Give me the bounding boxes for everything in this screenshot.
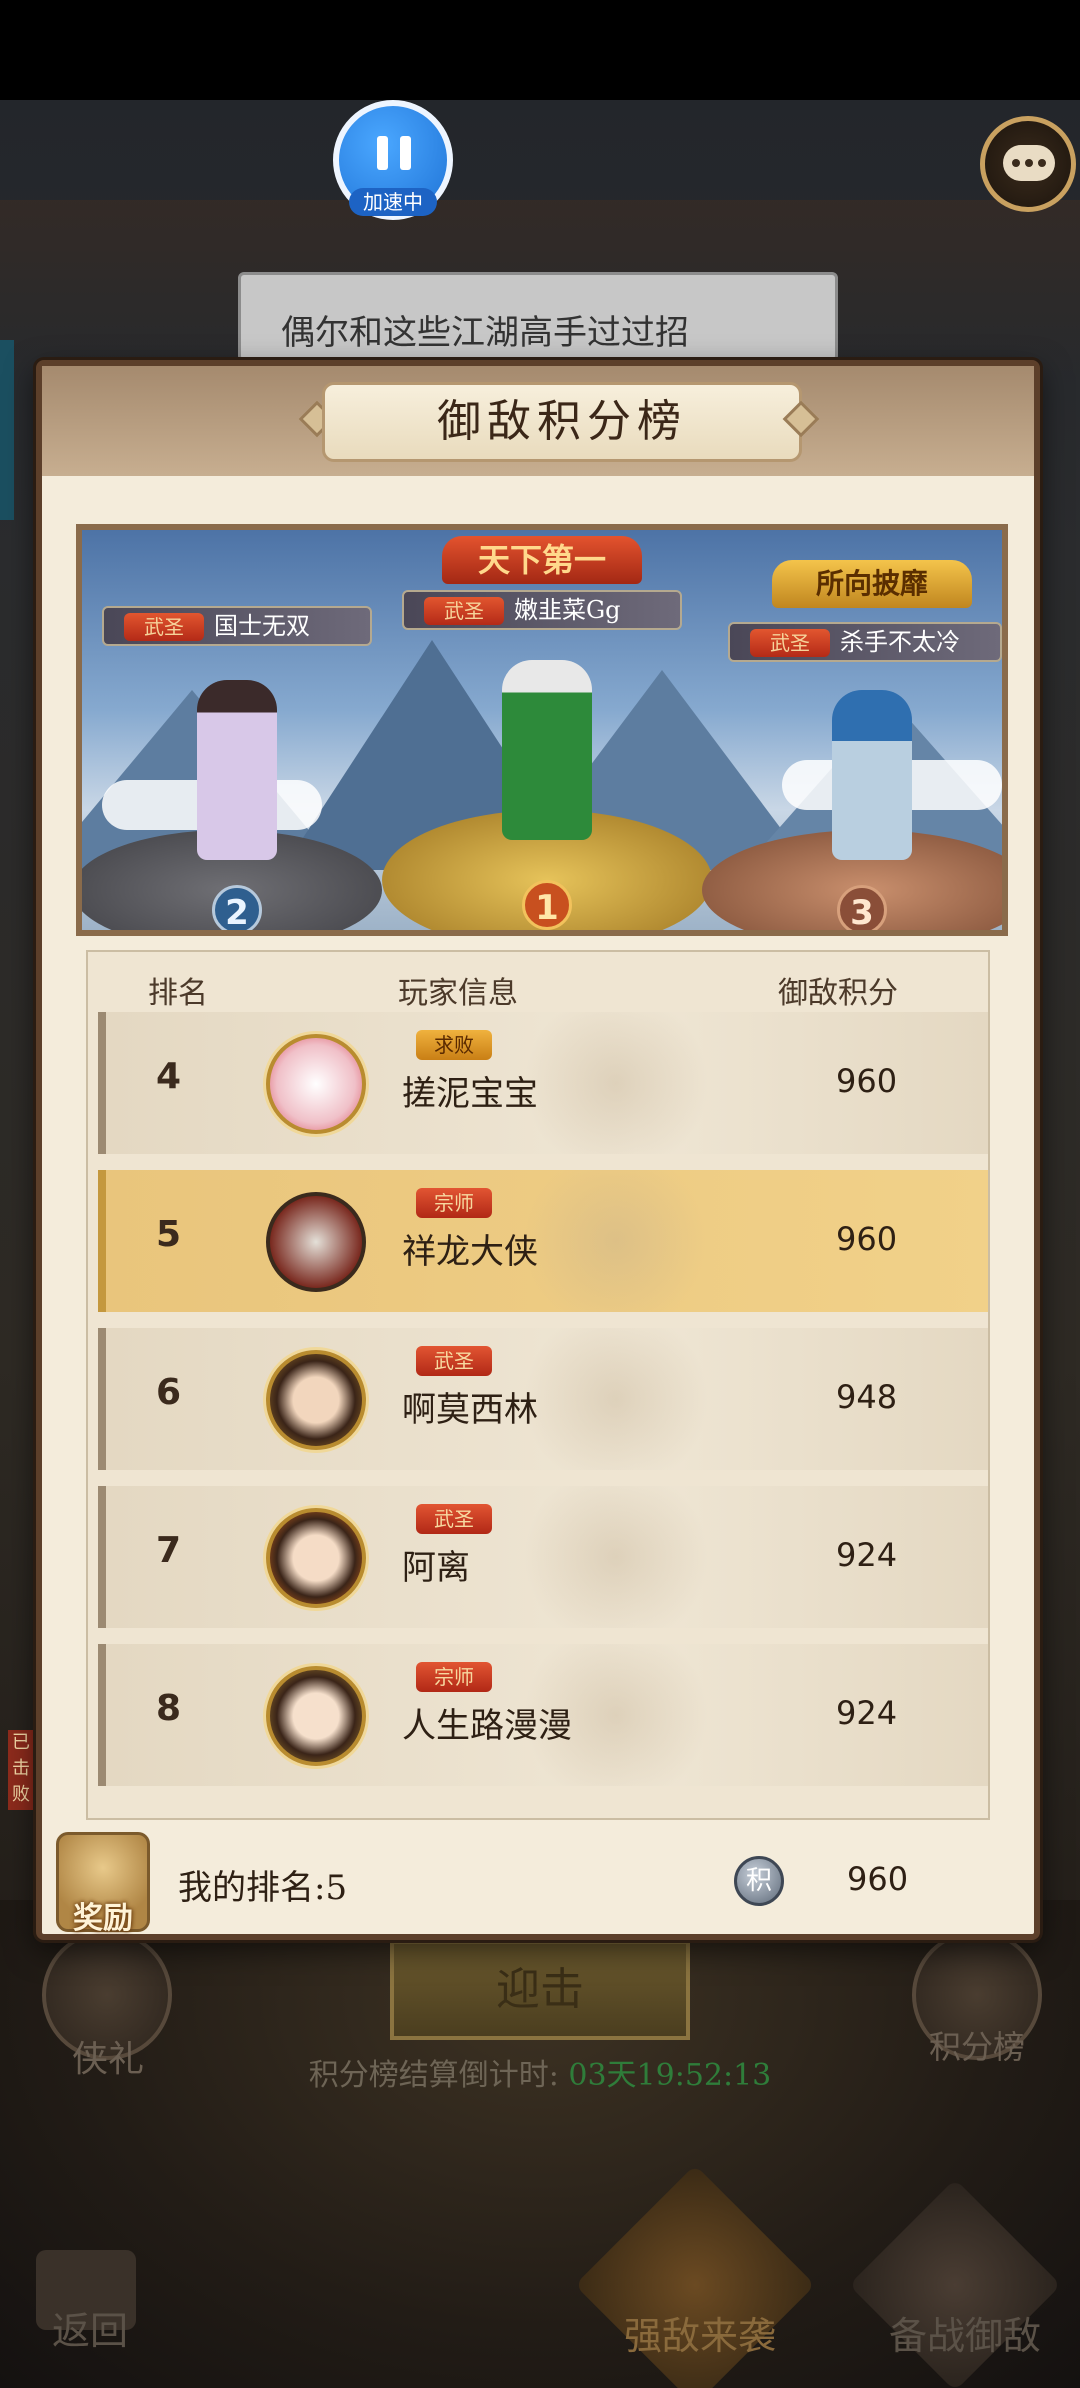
- row-rank: 5: [156, 1214, 182, 1255]
- crown-third: 所向披靡: [772, 560, 972, 608]
- score-coin-icon: 积: [734, 1856, 784, 1906]
- row-ornament: [506, 1328, 726, 1470]
- title-badge: 武圣: [124, 613, 204, 641]
- player-name: 人生路漫漫: [402, 1706, 572, 1746]
- header-score: 御敌积分: [778, 976, 898, 1011]
- name-tag-first: 武圣 嫩韭菜Gg: [402, 590, 682, 630]
- table-row[interactable]: 4 求败 搓泥宝宝 960: [98, 1012, 988, 1154]
- tab-prepare[interactable]: 备战御敌: [860, 2305, 1070, 2360]
- pause-button[interactable]: 加速中: [333, 100, 453, 220]
- title-badge: 求败: [416, 1030, 492, 1060]
- second-place-character: [197, 680, 277, 860]
- left-edge-decoration: [0, 340, 14, 520]
- player-name: 国士无双: [214, 612, 310, 640]
- title-badge: 武圣: [750, 629, 830, 657]
- row-rank: 7: [156, 1530, 182, 1571]
- row-ornament: [506, 1170, 726, 1312]
- player-score: 948: [836, 1378, 898, 1416]
- row-rank: 8: [156, 1688, 182, 1729]
- rank-medal-second: 2: [212, 885, 262, 930]
- title-badge: 武圣: [416, 1346, 492, 1376]
- player-name: 嫩韭菜Gg: [514, 596, 621, 624]
- header-rank: 排名: [148, 976, 208, 1011]
- player-name: 阿离: [402, 1548, 470, 1588]
- dialog-box: 偶尔和这些江湖高手过过招: [238, 272, 838, 362]
- player-name: 啊莫西林: [402, 1390, 538, 1430]
- rank-medal-third: 3: [837, 885, 887, 930]
- chat-bubble-icon: [1003, 145, 1055, 181]
- side-tag: 已击败: [8, 1730, 34, 1810]
- avatar[interactable]: [266, 1192, 366, 1292]
- countdown-label: 积分榜结算倒计时:: [308, 2058, 559, 2093]
- player-score: 960: [836, 1220, 898, 1258]
- player-score: 924: [836, 1694, 898, 1732]
- table-row-self[interactable]: 5 宗师 祥龙大侠 960: [98, 1170, 988, 1312]
- countdown-time: 03天19:52:13: [568, 2058, 772, 2093]
- reward-label: 奖励: [73, 1901, 133, 1936]
- table-row[interactable]: 8 宗师 人生路漫漫 924: [98, 1644, 988, 1786]
- player-score: 960: [836, 1062, 898, 1100]
- row-rank: 6: [156, 1372, 182, 1413]
- player-name: 搓泥宝宝: [402, 1074, 538, 1114]
- pause-icon: [377, 136, 411, 170]
- table-row[interactable]: 6 武圣 啊莫西林 948: [98, 1328, 988, 1470]
- engage-button[interactable]: 迎击: [390, 1940, 690, 2040]
- back-button[interactable]: 返回: [20, 2300, 160, 2355]
- my-rank: 我的排名:5: [178, 1868, 348, 1908]
- avatar[interactable]: [266, 1508, 366, 1608]
- player-name: 祥龙大侠: [402, 1232, 538, 1272]
- row-ornament: [506, 1012, 726, 1154]
- chat-button[interactable]: [980, 116, 1076, 212]
- row-rank: 4: [156, 1056, 182, 1097]
- leaderboard-panel: 御敌积分榜 2 1 3 天下第一 所向披靡 武圣 国士无双 武圣 嫩韭菜Gg 武…: [36, 360, 1040, 1940]
- name-tag-third: 武圣 杀手不太冷: [728, 622, 1002, 662]
- status-bar: [0, 0, 1080, 100]
- title-badge: 宗师: [416, 1188, 492, 1218]
- header-player: 玩家信息: [398, 976, 518, 1011]
- ranking-table[interactable]: 排名 玩家信息 御敌积分 4 求败 搓泥宝宝 960 5 宗师 祥龙大侠 960…: [86, 950, 990, 1820]
- title-badge: 宗师: [416, 1662, 492, 1692]
- name-tag-second: 武圣 国士无双: [102, 606, 372, 646]
- reward-button[interactable]: 奖励: [56, 1832, 150, 1936]
- accelerating-label: 加速中: [349, 188, 437, 216]
- panel-header: 御敌积分榜: [42, 366, 1034, 476]
- panel-title: 御敌积分榜: [322, 382, 802, 462]
- avatar[interactable]: [266, 1350, 366, 1450]
- countdown: 积分榜结算倒计时: 03天19:52:13: [0, 2050, 1080, 2094]
- podium-banner: 2 1 3 天下第一 所向披靡 武圣 国士无双 武圣 嫩韭菜Gg 武圣 杀手不太…: [76, 524, 1008, 936]
- table-row[interactable]: 7 武圣 阿离 924: [98, 1486, 988, 1628]
- title-badge: 武圣: [424, 597, 504, 625]
- my-score: 960: [847, 1860, 909, 1898]
- rank-medal-first: 1: [522, 880, 572, 930]
- avatar[interactable]: [266, 1666, 366, 1766]
- panel-footer: 奖励 我的排名:5 积 960: [42, 1832, 1034, 1936]
- third-place-character: [832, 690, 912, 860]
- player-name: 杀手不太冷: [840, 628, 960, 656]
- row-ornament: [506, 1486, 726, 1628]
- player-score: 924: [836, 1536, 898, 1574]
- tab-strong-enemy[interactable]: 强敌来袭: [595, 2305, 805, 2360]
- first-place-character: [502, 660, 592, 840]
- avatar[interactable]: [266, 1034, 366, 1134]
- title-badge: 武圣: [416, 1504, 492, 1534]
- crown-first: 天下第一: [442, 536, 642, 584]
